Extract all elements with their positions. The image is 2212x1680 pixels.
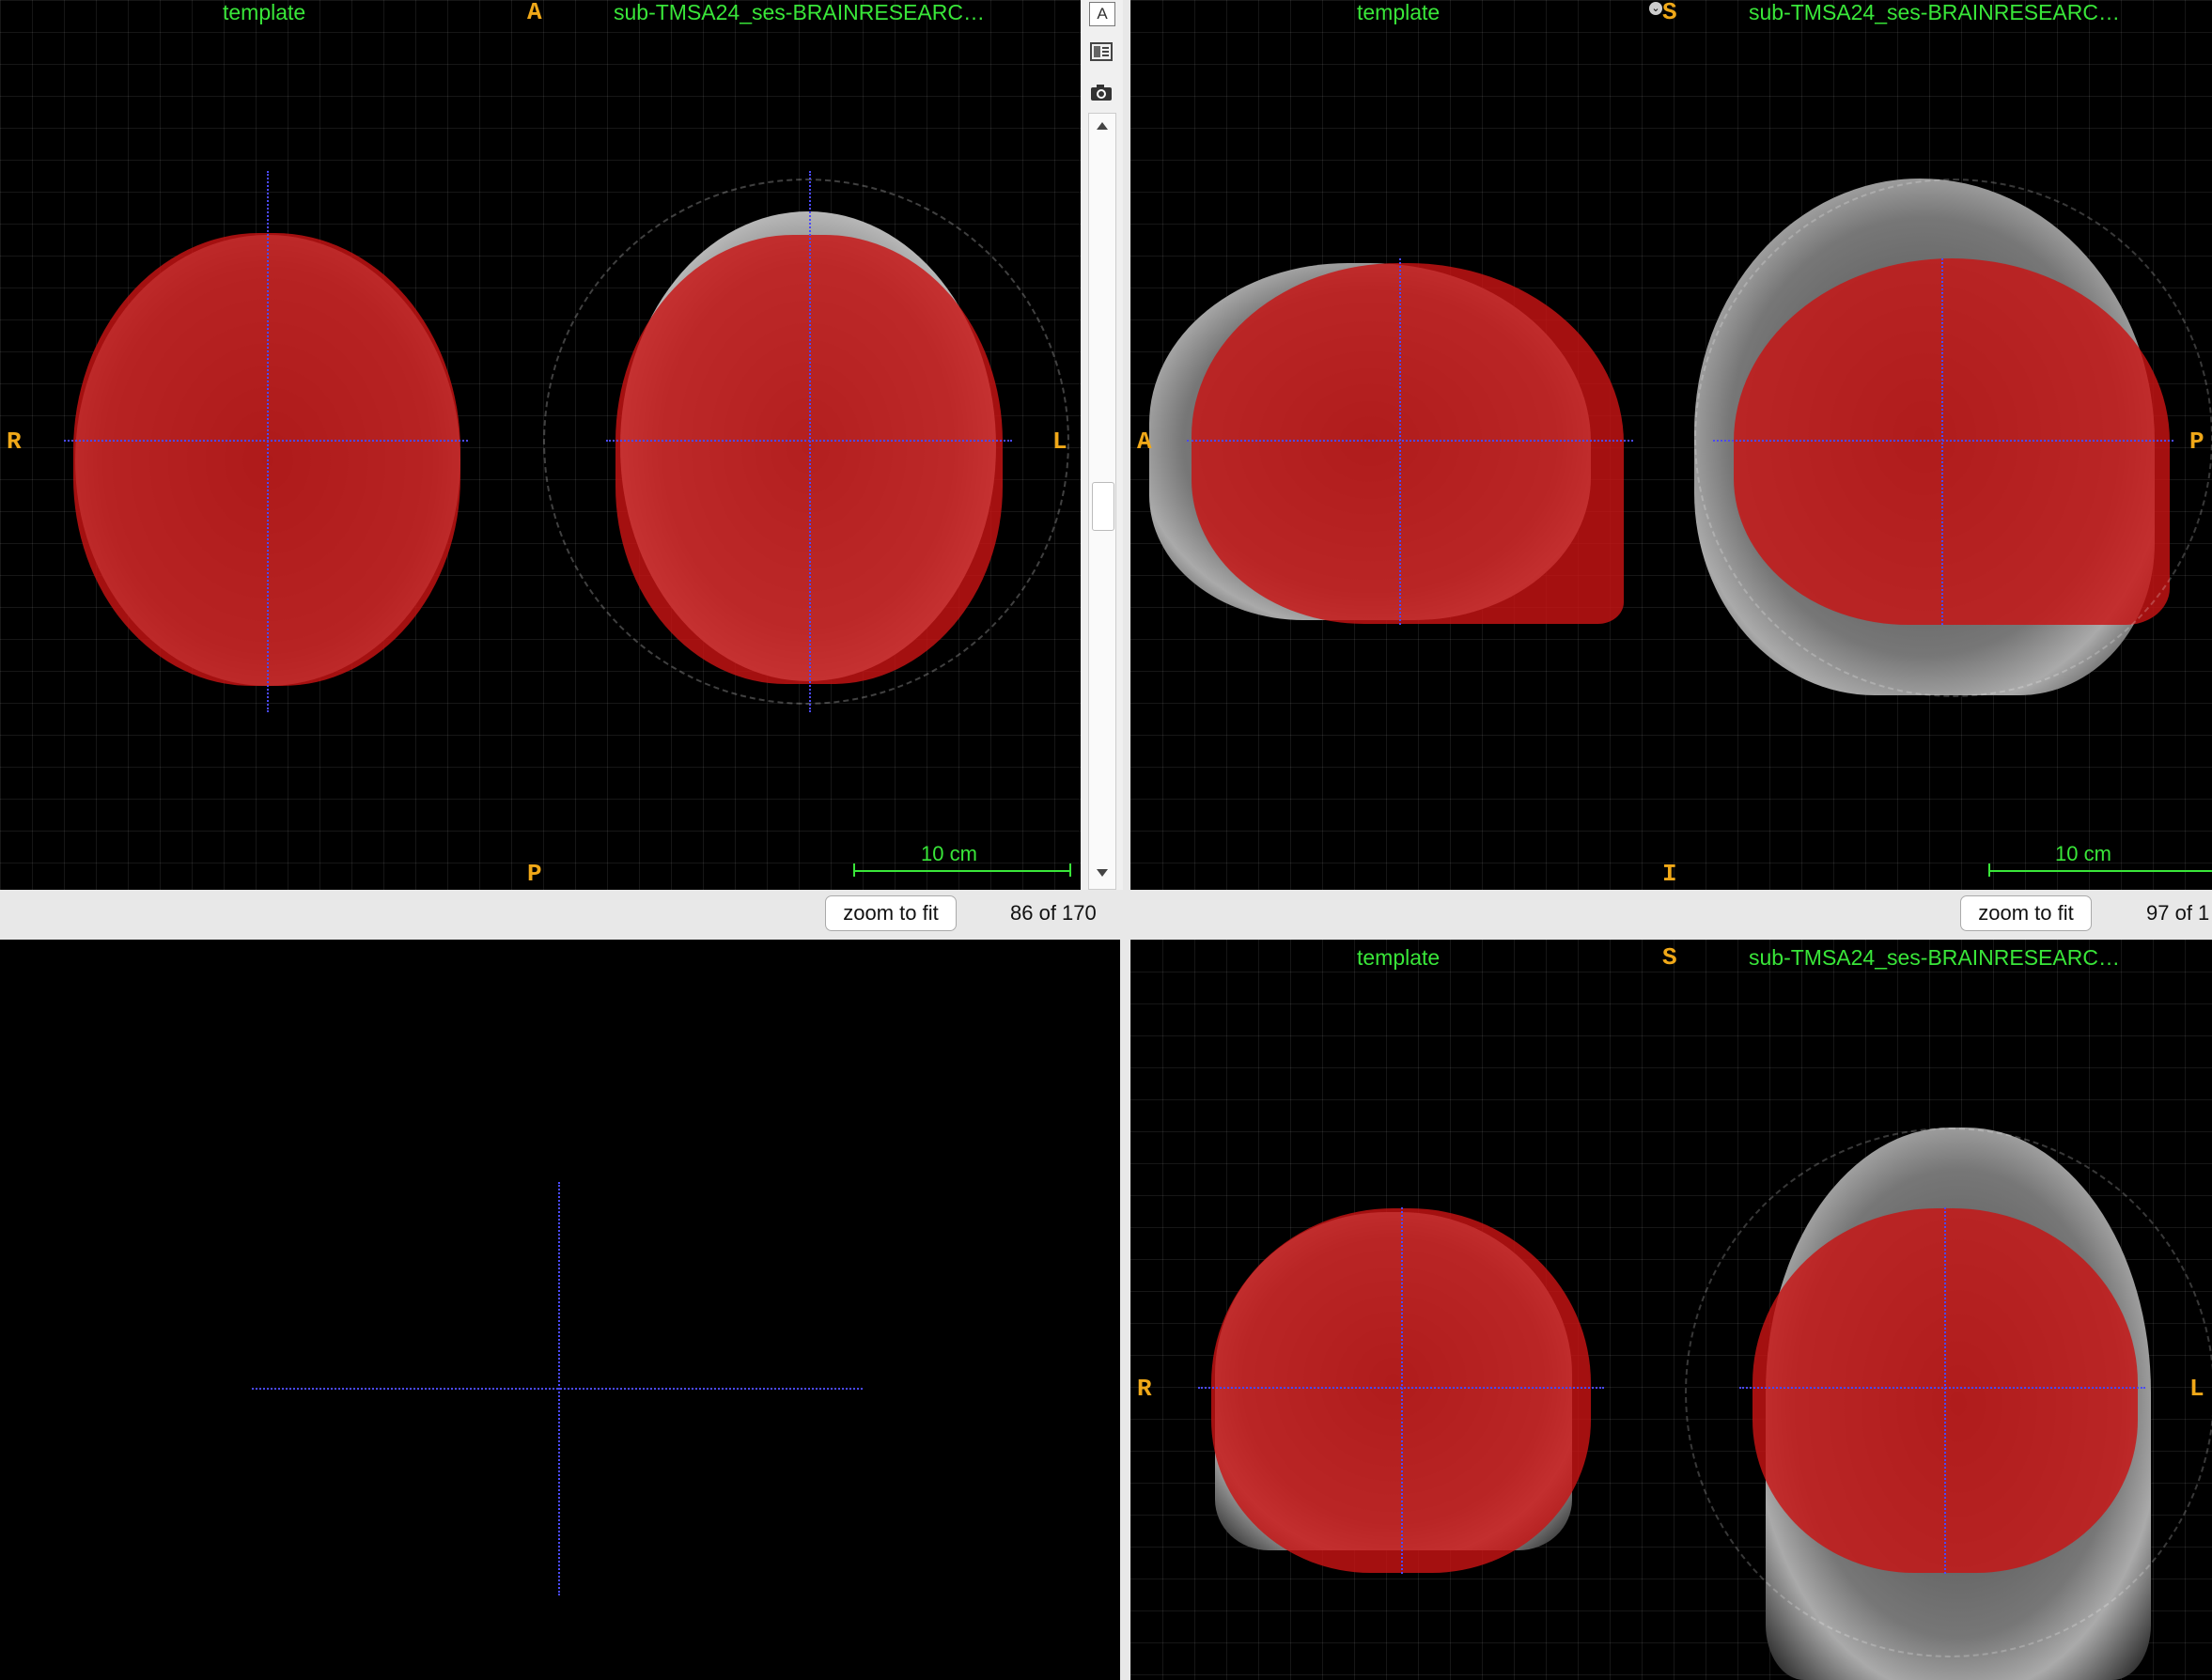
template-mask-overlay bbox=[1192, 263, 1624, 624]
crosshair-horizontal[interactable] bbox=[1739, 1387, 2145, 1389]
scale-bar-tick bbox=[1069, 863, 1071, 877]
scale-bar-tick bbox=[1988, 863, 1990, 877]
text-toggle-label: A bbox=[1097, 5, 1108, 23]
subject-label: sub-TMSA24_ses-BRAINRESEARC… bbox=[1749, 945, 2120, 970]
orientation-right: L bbox=[1052, 428, 1067, 456]
rotation-dial[interactable] bbox=[1685, 1128, 2212, 1657]
orientation-left: A bbox=[1137, 428, 1152, 456]
scale-bar-label: 10 cm bbox=[921, 842, 977, 865]
view-sidebar: A bbox=[1081, 0, 1123, 890]
orientation-right: L bbox=[2189, 1375, 2204, 1403]
rotation-dial[interactable] bbox=[543, 179, 1069, 705]
crosshair-vertical[interactable] bbox=[1399, 258, 1401, 625]
zoom-to-fit-button[interactable]: zoom to fit bbox=[825, 895, 957, 931]
render-view[interactable] bbox=[0, 940, 1120, 1680]
orientation-bottom: I bbox=[1662, 860, 1677, 888]
subject-label: sub-TMSA24_ses-BRAINRESEARC… bbox=[614, 0, 985, 24]
sagittal-view[interactable]: template sub-TMSA24_ses-BRAINRESEARC… S … bbox=[1130, 0, 2212, 890]
crosshair-vertical[interactable] bbox=[1941, 258, 1943, 625]
template-label: template bbox=[1357, 945, 1441, 970]
orientation-top: S bbox=[1662, 943, 1677, 972]
camera-icon[interactable] bbox=[1089, 81, 1114, 103]
rotation-dial[interactable] bbox=[1694, 179, 2212, 697]
crosshair-vertical[interactable] bbox=[809, 171, 811, 712]
crosshair-horizontal[interactable] bbox=[64, 440, 468, 442]
template-label: template bbox=[1357, 0, 1441, 24]
crosshair-vertical[interactable] bbox=[558, 1182, 560, 1595]
coronal-view[interactable]: template sub-TMSA24_ses-BRAINRESEARC… S … bbox=[1130, 940, 2212, 1680]
slice-counter: 97 of 1 bbox=[2146, 901, 2210, 925]
orientation-left: R bbox=[1137, 1375, 1152, 1403]
orientation-top: A bbox=[527, 0, 542, 26]
axial-view[interactable]: template sub-TMSA24_ses-BRAINRESEARC… A … bbox=[0, 0, 1081, 890]
text-toggle-icon[interactable]: A bbox=[1089, 2, 1115, 26]
layout-icon[interactable] bbox=[1089, 40, 1114, 63]
slice-counter: 86 of 170 bbox=[1010, 901, 1097, 925]
orientation-right: P bbox=[2189, 428, 2204, 456]
scroll-down-icon[interactable] bbox=[1089, 861, 1115, 885]
dropdown-chevron-icon[interactable]: ⌄ bbox=[1649, 2, 1662, 15]
orientation-left: R bbox=[7, 428, 22, 456]
zoom-to-fit-button[interactable]: zoom to fit bbox=[1960, 895, 2092, 931]
scale-bar bbox=[1988, 870, 2212, 872]
scale-bar-label: 10 cm bbox=[2055, 842, 2111, 865]
panel-divider-vertical[interactable] bbox=[1120, 940, 1130, 1680]
crosshair-vertical[interactable] bbox=[267, 171, 269, 712]
crosshair-vertical[interactable] bbox=[1944, 1207, 1946, 1574]
orientation-top: S bbox=[1662, 0, 1677, 26]
crosshair-horizontal[interactable] bbox=[1713, 440, 2173, 442]
orientation-bottom: P bbox=[527, 860, 542, 888]
scroll-thumb[interactable] bbox=[1092, 482, 1114, 531]
template-label: template bbox=[223, 0, 306, 24]
scroll-up-icon[interactable] bbox=[1089, 114, 1115, 138]
slice-scrollbar[interactable] bbox=[1088, 113, 1116, 890]
crosshair-horizontal[interactable] bbox=[1187, 440, 1633, 442]
scale-bar bbox=[853, 870, 1071, 872]
subject-label: sub-TMSA24_ses-BRAINRESEARC… bbox=[1749, 0, 2120, 24]
scale-bar-tick bbox=[853, 863, 855, 877]
crosshair-horizontal[interactable] bbox=[252, 1388, 863, 1390]
crosshair-vertical[interactable] bbox=[1401, 1207, 1403, 1574]
